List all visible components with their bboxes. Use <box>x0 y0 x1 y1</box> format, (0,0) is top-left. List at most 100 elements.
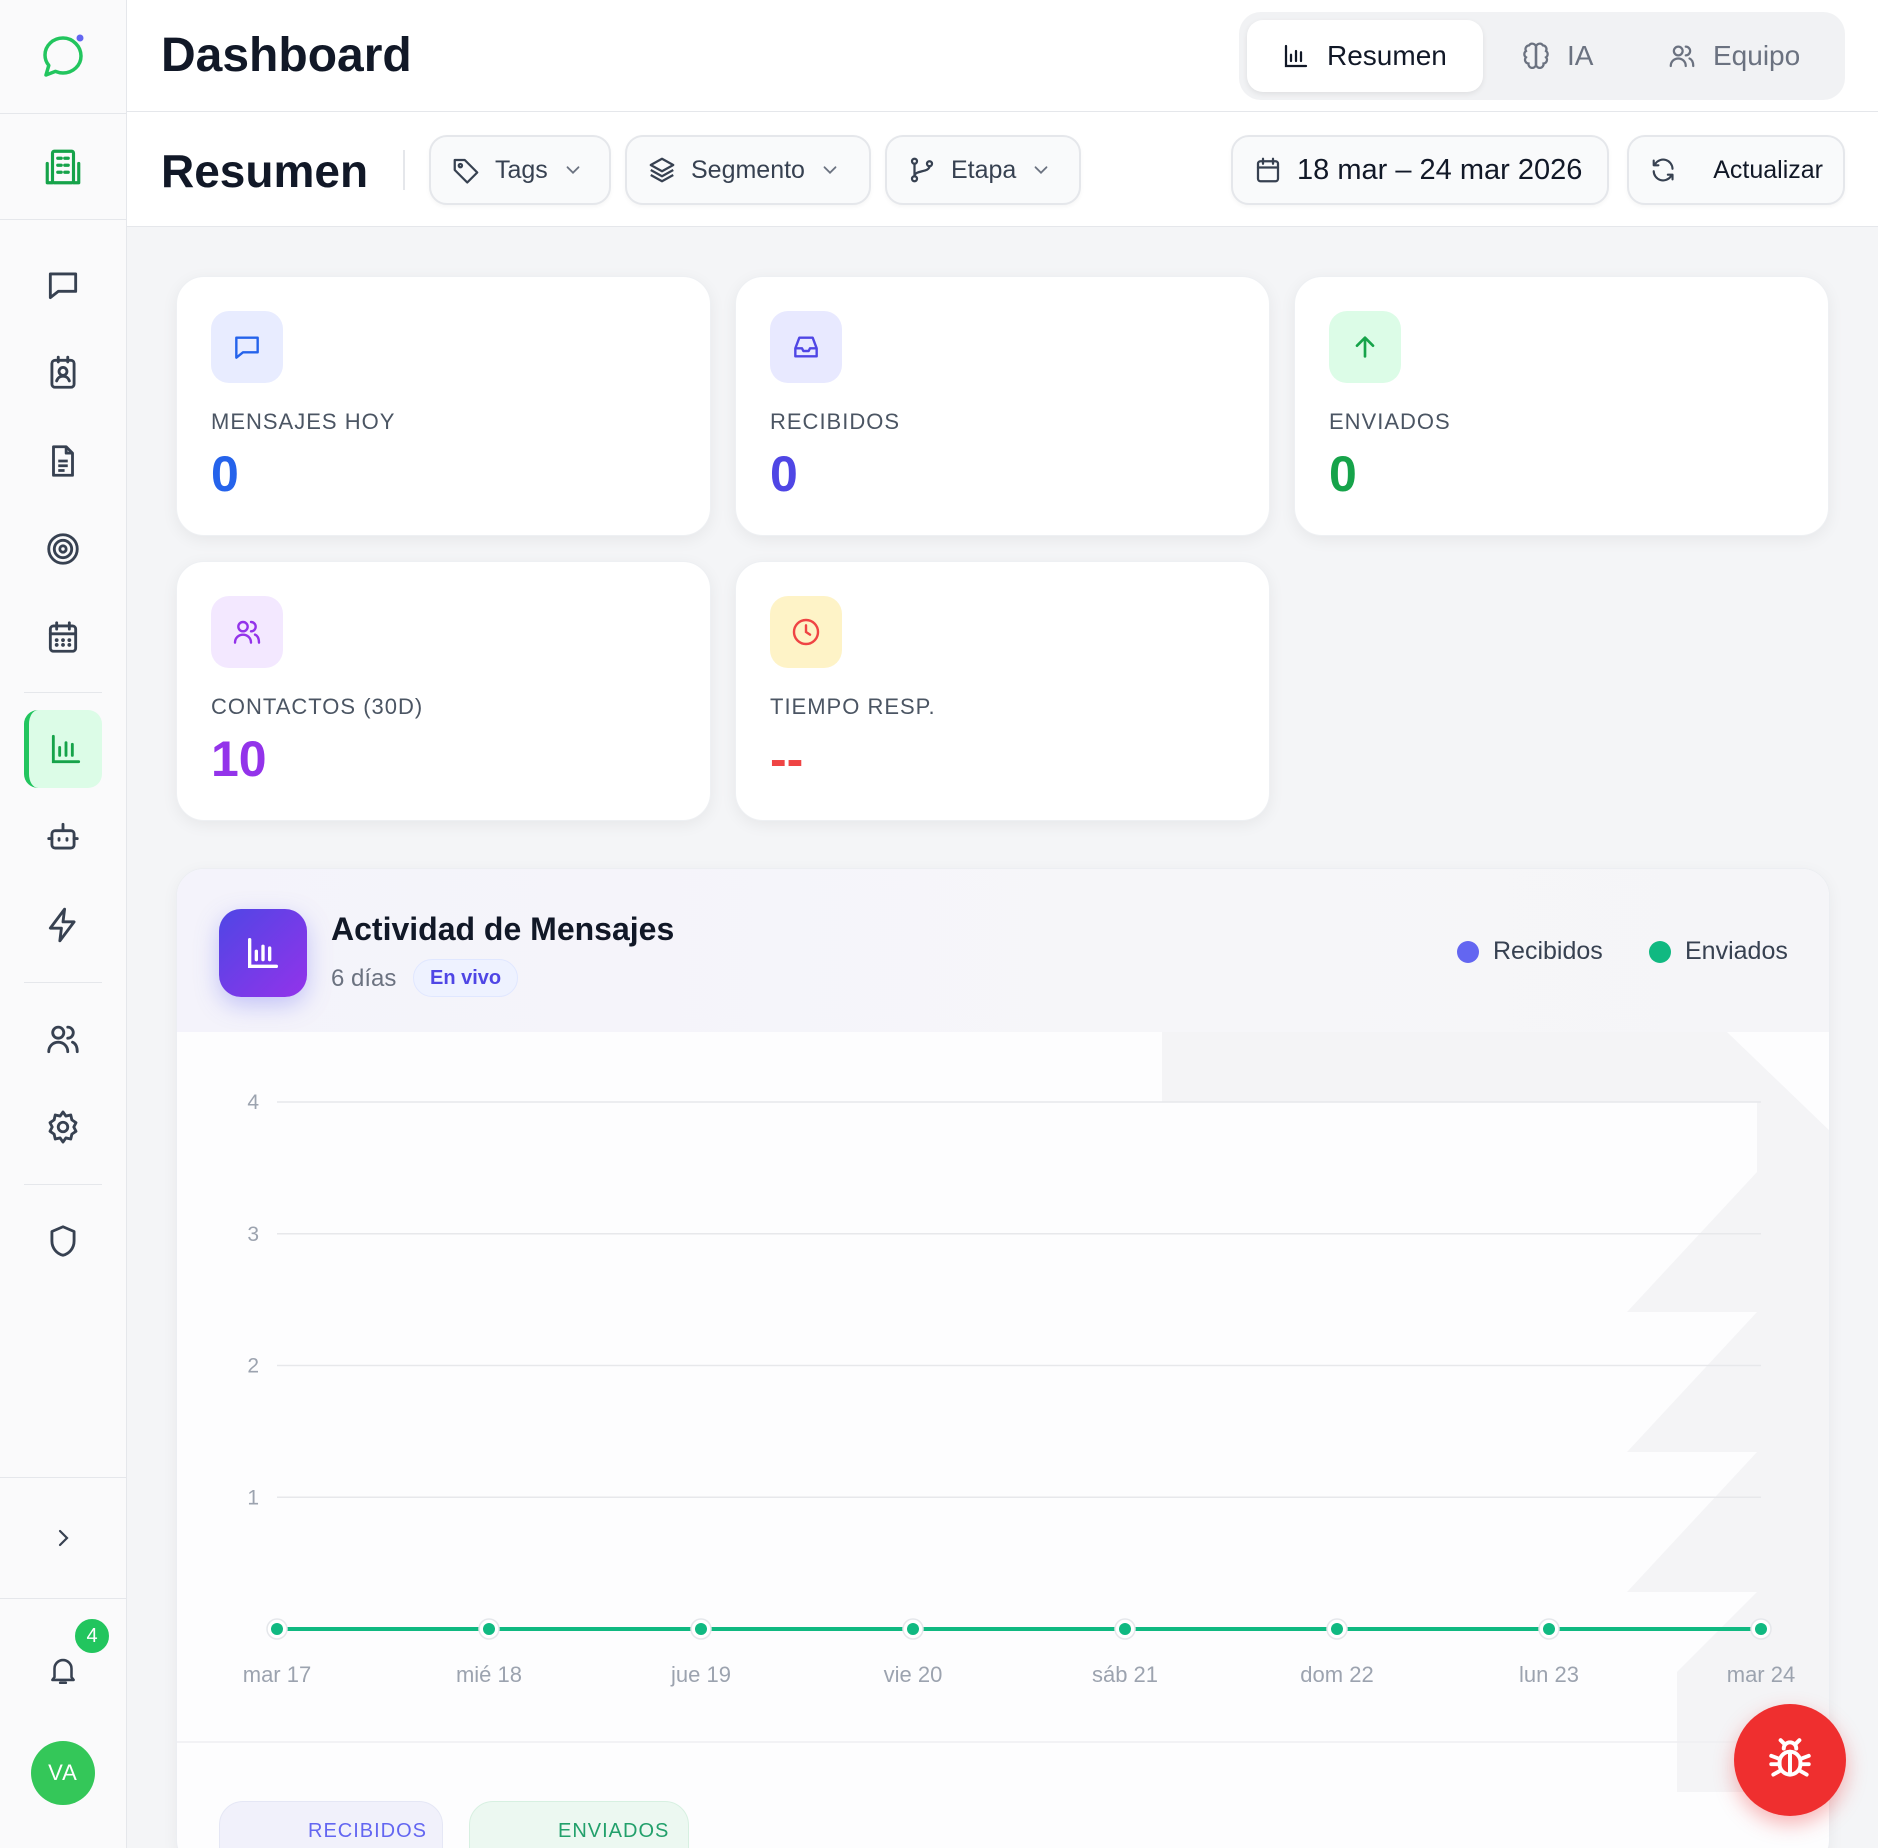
sidebar-item-settings[interactable] <box>24 1088 102 1166</box>
segment-filter-label: Segmento <box>691 155 805 184</box>
chevron-right-icon <box>58 1529 69 1547</box>
data-point[interactable] <box>695 1623 707 1635</box>
stat-value: -- <box>770 731 804 787</box>
git-branch-icon <box>910 157 934 183</box>
data-point[interactable] <box>1119 1623 1131 1635</box>
user-avatar[interactable]: VA <box>31 1741 95 1805</box>
activity-chart-card: Actividad de Mensajes 6 días En vivo Rec… <box>176 868 1830 1848</box>
legend-item-received[interactable]: Recibidos <box>1457 937 1603 966</box>
card-icon-wrap <box>770 596 842 668</box>
sidebar-expand-button[interactable] <box>0 1477 126 1599</box>
tag-icon <box>453 158 479 184</box>
section-title: Resumen <box>161 145 369 197</box>
brain-icon <box>1523 42 1549 69</box>
app-logo[interactable] <box>0 0 126 114</box>
legend-label: Recibidos <box>1493 937 1603 965</box>
bar-chart-icon <box>1284 44 1308 68</box>
data-point[interactable] <box>483 1623 495 1635</box>
layers-icon <box>649 157 675 183</box>
y-tick-label: 3 <box>247 1223 259 1246</box>
card-icon-wrap <box>211 311 283 383</box>
data-point[interactable] <box>1543 1623 1555 1635</box>
stat-label: CONTACTOS (30D) <box>211 694 424 719</box>
sidebar-item-security[interactable] <box>24 1202 102 1280</box>
stat-card-sent: ENVIADOS 0 <box>1294 276 1829 536</box>
refresh-button[interactable]: Actualizar <box>1627 135 1845 205</box>
chart-header: Actividad de Mensajes 6 días En vivo Rec… <box>177 869 1829 1032</box>
x-tick-label: mié 18 <box>456 1662 522 1687</box>
tab-label: IA <box>1567 40 1594 71</box>
bell-icon <box>51 1658 75 1685</box>
report-bug-button[interactable] <box>1734 1704 1846 1816</box>
date-range-picker[interactable]: 18 mar – 24 mar 2026 <box>1231 135 1609 205</box>
sidebar-item-documents[interactable] <box>24 422 102 500</box>
chart-badge <box>219 909 307 997</box>
sidebar-item-dashboard[interactable] <box>0 114 126 220</box>
tab-ia[interactable]: IA <box>1501 20 1641 92</box>
chat-icon <box>48 272 78 300</box>
refresh-icon <box>1652 158 1674 182</box>
sidebar: 4 VA <box>0 0 127 1848</box>
data-point[interactable] <box>907 1623 919 1635</box>
stat-card-received: RECIBIDOS 0 <box>735 276 1270 536</box>
sidebar-item-automations[interactable] <box>24 886 102 964</box>
gear-icon <box>48 1110 78 1144</box>
chat-bubble-logo-icon <box>43 34 84 77</box>
sidebar-item-chats[interactable] <box>24 246 102 324</box>
bar-chart-icon <box>51 734 80 764</box>
target-icon <box>47 533 79 565</box>
tags-filter-dropdown[interactable]: Tags <box>429 135 611 205</box>
bar-chart-icon <box>248 938 278 968</box>
document-icon <box>52 445 74 477</box>
sidebar-item-bots[interactable] <box>24 798 102 876</box>
sidebar-item-team[interactable] <box>24 1000 102 1078</box>
data-point[interactable] <box>271 1623 283 1635</box>
legend-dot <box>1649 940 1671 963</box>
footer-sent-pill: ENVIADOS <box>469 1801 689 1848</box>
footer-received-pill: RECIBIDOS <box>219 1801 443 1848</box>
chart-title: Actividad de Mensajes <box>331 911 675 947</box>
live-badge: En vivo <box>413 959 519 997</box>
x-tick-label: sáb 21 <box>1092 1662 1158 1687</box>
view-tabs: Resumen IA Equipo <box>1239 12 1845 100</box>
stat-card-messages-today: MENSAJES HOY 0 <box>176 276 711 536</box>
segment-filter-dropdown[interactable]: Segmento <box>625 135 871 205</box>
date-range-label: 18 mar – 24 mar 2026 <box>1297 153 1583 186</box>
x-tick-label: jue 19 <box>670 1662 731 1687</box>
y-tick-label: 1 <box>247 1486 259 1509</box>
contact-card-icon <box>50 355 76 389</box>
stat-value: 0 <box>1329 446 1357 502</box>
card-icon-wrap <box>1329 311 1401 383</box>
sidebar-item-calendar[interactable] <box>24 598 102 676</box>
users-icon <box>47 1025 79 1054</box>
calendar-icon <box>48 621 78 653</box>
calendar-icon <box>1256 157 1280 183</box>
x-tick-label: dom 22 <box>1300 1662 1373 1687</box>
users-icon <box>233 620 261 644</box>
data-point[interactable] <box>1755 1623 1767 1635</box>
legend-item-sent[interactable]: Enviados <box>1649 937 1788 966</box>
data-point[interactable] <box>1331 1623 1343 1635</box>
chevron-down-icon <box>566 166 580 175</box>
sidebar-item-goals[interactable] <box>24 510 102 588</box>
chevron-down-icon <box>1034 166 1048 175</box>
chevron-down-icon <box>823 166 837 175</box>
sidebar-item-contacts[interactable] <box>24 334 102 412</box>
stage-filter-label: Etapa <box>951 155 1017 184</box>
stat-card-response-time: TIEMPO RESP. -- <box>735 561 1270 821</box>
x-tick-label: mar 24 <box>1727 1662 1795 1687</box>
refresh-label: Actualizar <box>1713 155 1823 184</box>
tab-equipo[interactable]: Equipo <box>1667 20 1837 92</box>
lightning-icon <box>48 907 76 943</box>
stat-label: TIEMPO RESP. <box>770 694 936 719</box>
tab-label: Resumen <box>1327 40 1447 71</box>
stat-label: ENVIADOS <box>1329 409 1451 434</box>
clock-icon <box>792 618 820 646</box>
stat-label: MENSAJES HOY <box>211 409 396 434</box>
card-icon-wrap <box>211 596 283 668</box>
sidebar-item-analytics[interactable] <box>24 710 102 788</box>
filter-bar: Resumen Tags Segmento Etapa 18 mar – 24 … <box>127 112 1878 227</box>
tab-resumen[interactable]: Resumen <box>1247 20 1483 92</box>
stage-filter-dropdown[interactable]: Etapa <box>885 135 1081 205</box>
users-icon <box>1669 45 1695 68</box>
